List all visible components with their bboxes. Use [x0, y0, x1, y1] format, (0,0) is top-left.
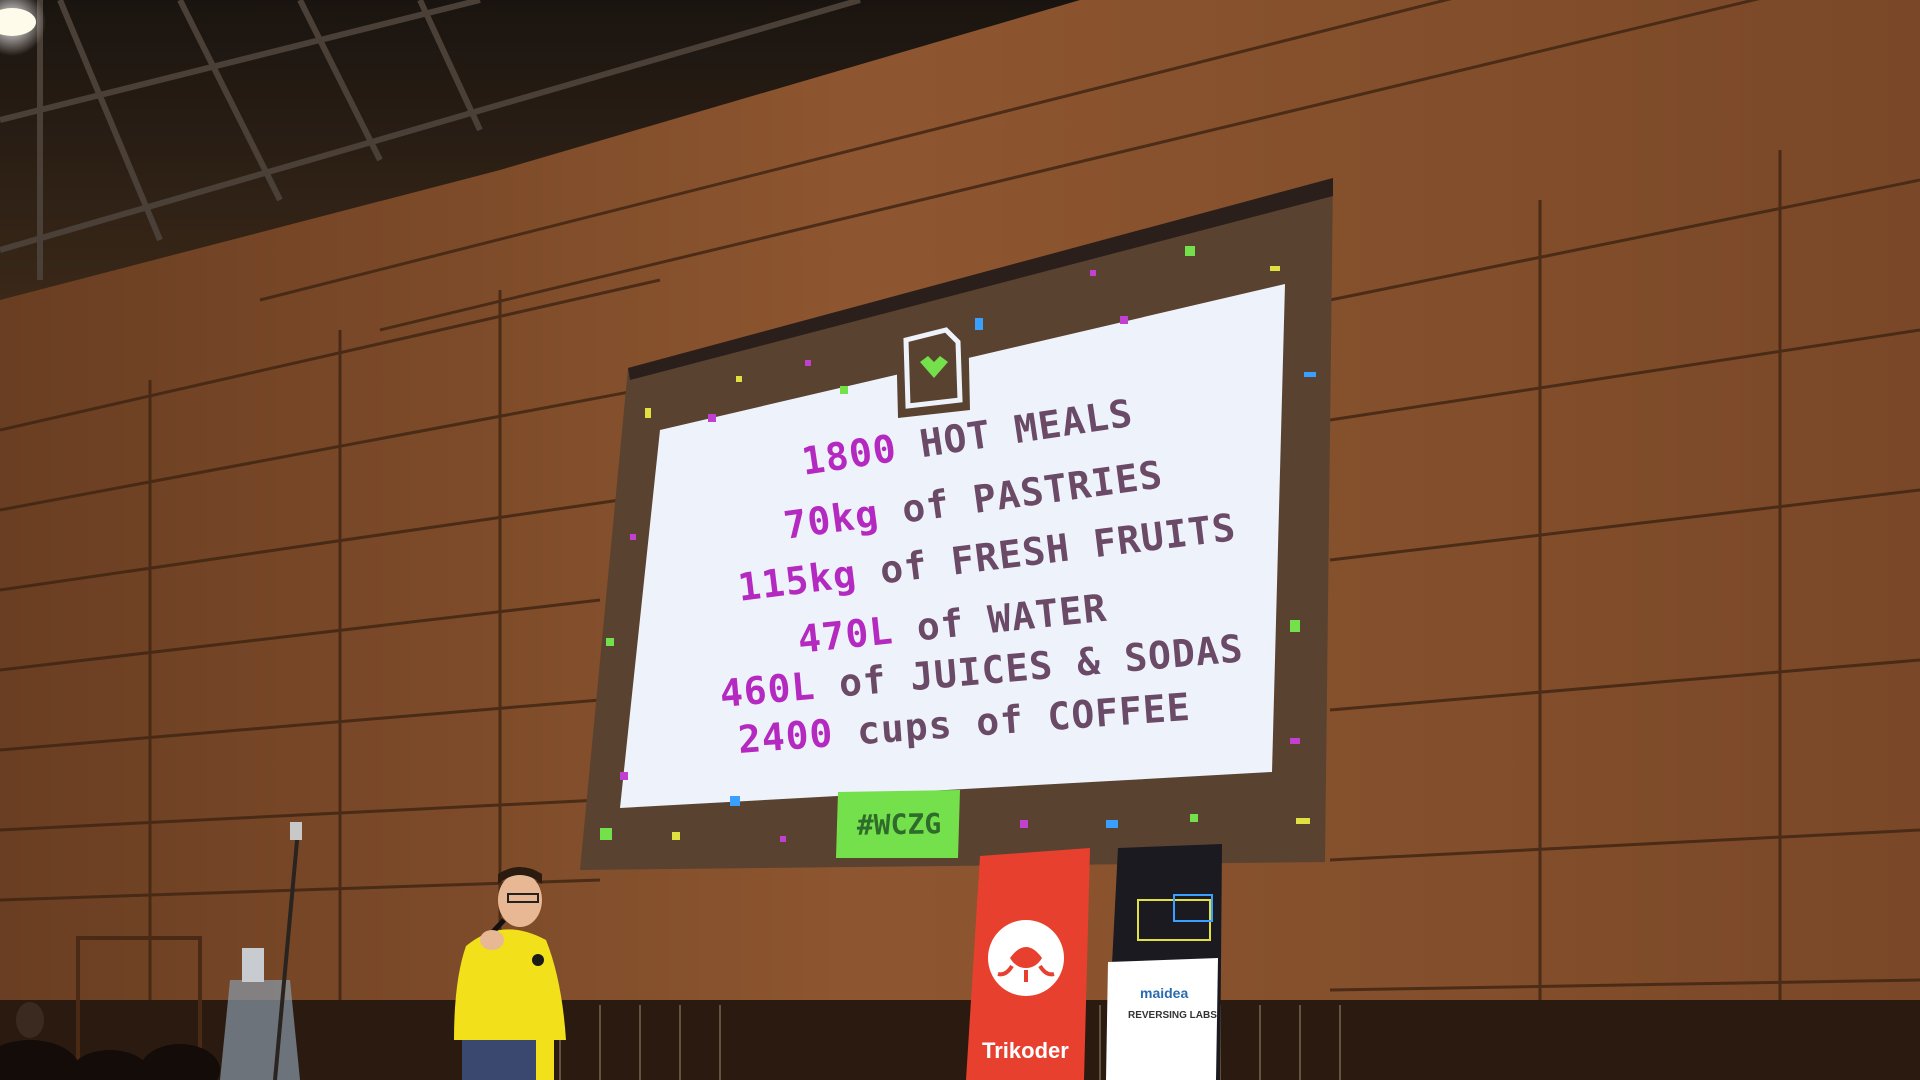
sponsor-banner: [1106, 844, 1222, 1080]
sponsor-logo-text: maidea: [1140, 985, 1189, 1001]
photo-scene: [0, 0, 1920, 1080]
trikoder-logo-text: Trikoder: [982, 1038, 1069, 1063]
hashtag-label: #WCZG: [856, 806, 942, 842]
document-heart-icon: [896, 318, 970, 418]
sponsor-logo-text-2: REVERSING LABS: [1128, 1010, 1217, 1021]
